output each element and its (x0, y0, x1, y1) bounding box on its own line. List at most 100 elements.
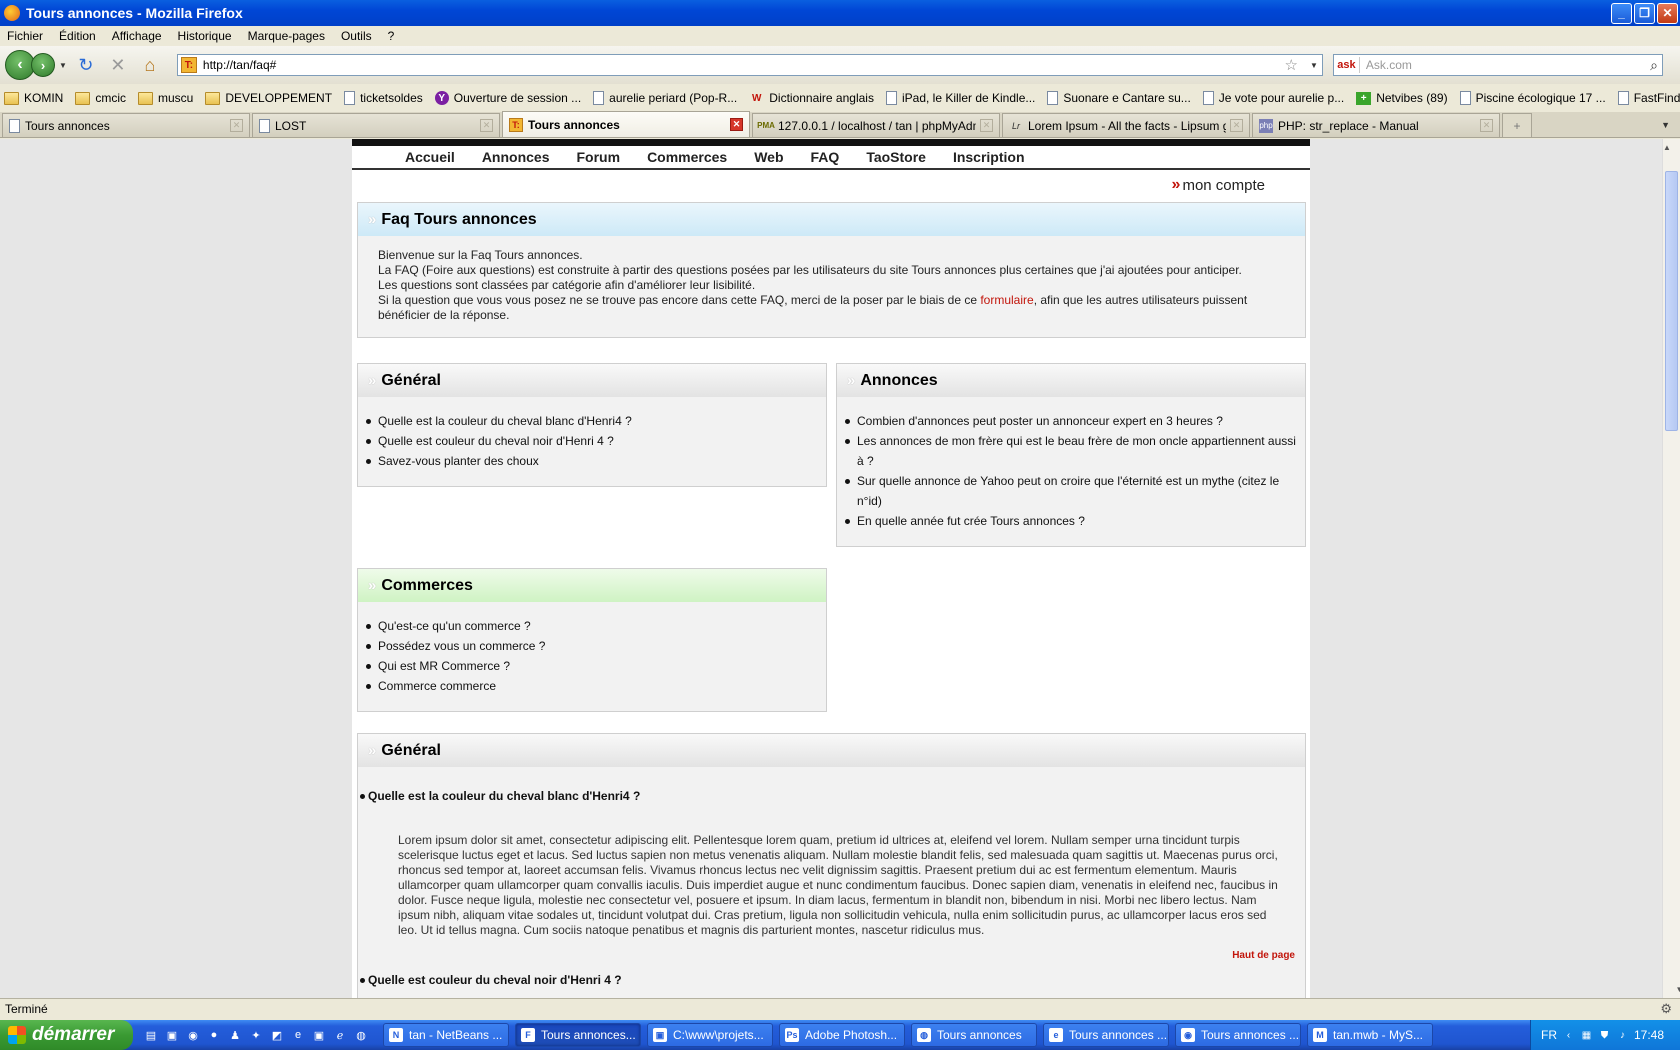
ask-engine-icon[interactable]: ask (1334, 57, 1360, 73)
nav-accueil[interactable]: Accueil (405, 149, 455, 165)
nav-inscription[interactable]: Inscription (953, 149, 1025, 165)
bookmark-piscine[interactable]: Piscine écologique 17 ... (1459, 91, 1606, 105)
explorer-icon[interactable]: ▤ (143, 1027, 159, 1043)
scroll-up-icon[interactable]: ▲ (1663, 139, 1671, 156)
bookmark-ipad[interactable]: iPad, le Killer de Kindle... (885, 91, 1035, 105)
bookmark-je-vote[interactable]: Je vote pour aurelie p... (1202, 91, 1344, 105)
folder-icon[interactable]: ▣ (164, 1027, 180, 1043)
question-link[interactable]: Quelle est couleur du cheval noir d'Henr… (366, 431, 818, 451)
question-link[interactable]: Les annonces de mon frère qui est le bea… (845, 431, 1297, 471)
language-indicator[interactable]: FR (1541, 1028, 1557, 1042)
tab-list-icon[interactable]: ▼ (1661, 113, 1670, 137)
close-tab-icon[interactable]: ✕ (1230, 119, 1243, 132)
close-tab-icon[interactable]: ✕ (730, 118, 743, 131)
close-tab-icon[interactable]: ✕ (980, 119, 993, 132)
firefox-icon[interactable]: ● (206, 1027, 222, 1043)
search-input[interactable]: Ask.com (1366, 58, 1412, 72)
question-link[interactable]: Combien d'annonces peut poster un annonc… (845, 411, 1297, 431)
menu-edition[interactable]: Édition (59, 29, 96, 43)
bookmark-ticketsoldes[interactable]: ticketsoldes (344, 91, 423, 105)
bookmark-netvibes[interactable]: + Netvibes (89) (1356, 91, 1448, 105)
tab-phpmyadmin[interactable]: PMA 127.0.0.1 / localhost / tan | phpMyAd… (752, 113, 1000, 137)
scrollbar-thumb[interactable] (1665, 171, 1678, 431)
question-link[interactable]: Savez-vous planter des choux (366, 451, 818, 471)
page-scrollbar[interactable]: ▲ ▼ (1662, 139, 1680, 998)
question-link[interactable]: Quelle est la couleur du cheval blanc d'… (366, 411, 818, 431)
forward-button[interactable]: › (31, 53, 55, 77)
nav-taostore[interactable]: TaoStore (866, 149, 926, 165)
bookmark-muscu[interactable]: muscu (138, 91, 193, 105)
tab-lost[interactable]: LOST ✕ (252, 113, 500, 137)
close-tab-icon[interactable]: ✕ (480, 119, 493, 132)
globe-icon[interactable]: ◍ (353, 1027, 369, 1043)
nav-commerces[interactable]: Commerces (647, 149, 727, 165)
nav-faq[interactable]: FAQ (811, 149, 840, 165)
shield-icon[interactable]: ⛊ (1598, 1029, 1611, 1042)
taskbar-task[interactable]: Mtan.mwb - MyS... (1307, 1023, 1433, 1047)
close-button[interactable]: ✕ (1657, 2, 1678, 24)
menu-affichage[interactable]: Affichage (112, 29, 162, 43)
menu-marque-pages[interactable]: Marque-pages (248, 29, 325, 43)
app-icon[interactable]: ◩ (269, 1027, 285, 1043)
nav-forum[interactable]: Forum (577, 149, 621, 165)
messenger-icon[interactable]: ♟ (227, 1027, 243, 1043)
start-button[interactable]: démarrer (0, 1020, 133, 1050)
minimize-button[interactable]: _ (1611, 2, 1632, 24)
bookmark-dictionnaire[interactable]: W Dictionnaire anglais (749, 91, 874, 105)
new-tab-button[interactable]: + (1502, 113, 1532, 137)
close-tab-icon[interactable]: ✕ (230, 119, 243, 132)
menu-help[interactable]: ? (388, 29, 395, 43)
history-dropdown-icon[interactable]: ▼ (59, 61, 67, 70)
taskbar-task[interactable]: Ntan - NetBeans ... (383, 1023, 509, 1047)
tool-icon[interactable]: ✦ (248, 1027, 264, 1043)
account-link[interactable]: » mon compte (352, 170, 1310, 200)
nav-web[interactable]: Web (754, 149, 783, 165)
taskbar-task[interactable]: e Tours annonces ... (1043, 1023, 1169, 1047)
question-link[interactable]: Possédez vous un commerce ? (366, 636, 818, 656)
stop-icon[interactable]: ✕ (105, 52, 131, 78)
url-text[interactable]: http://tan/faq# (203, 58, 276, 72)
bookmark-cmcic[interactable]: cmcic (75, 91, 126, 105)
taskbar-task[interactable]: ◍ Tours annonces (911, 1023, 1037, 1047)
taskbar-task[interactable]: ▣ C:\www\projets... (647, 1023, 773, 1047)
taskbar-task[interactable]: Ps Adobe Photosh... (779, 1023, 905, 1047)
bookmark-aurelie-periard[interactable]: aurelie periard (Pop-R... (593, 91, 737, 105)
taskbar-task[interactable]: ◉ Tours annonces ... (1175, 1023, 1301, 1047)
bookmark-komin[interactable]: KOMIN (4, 91, 63, 105)
bookmark-fastfind[interactable]: FastFind Menu (1617, 91, 1680, 105)
question-link[interactable]: Sur quelle annonce de Yahoo peut on croi… (845, 471, 1297, 511)
addon-gear-icon[interactable]: ⚙ (1660, 1001, 1672, 1017)
question-link[interactable]: Qu'est-ce qu'un commerce ? (366, 616, 818, 636)
search-icon[interactable]: ⌕ (1650, 57, 1658, 74)
bookmark-ouverture-session[interactable]: Y Ouverture de session ... (434, 91, 581, 105)
ie-icon[interactable]: ℯ (332, 1027, 348, 1043)
scroll-down-icon[interactable]: ▼ (1671, 981, 1680, 998)
question-link[interactable]: En quelle année fut crée Tours annonces … (845, 511, 1297, 531)
formulaire-link[interactable]: formulaire (980, 293, 1033, 307)
tab-php-manual[interactable]: php PHP: str_replace - Manual ✕ (1252, 113, 1500, 137)
taskbar-task[interactable]: F Tours annonces... (515, 1023, 641, 1047)
question-link[interactable]: Commerce commerce (366, 676, 818, 696)
menu-fichier[interactable]: Fichier (7, 29, 43, 43)
tab-tours-annonces-active[interactable]: T: Tours annonces ✕ (502, 111, 750, 137)
close-tab-icon[interactable]: ✕ (1480, 119, 1493, 132)
ie-icon[interactable]: e (290, 1027, 306, 1043)
network-icon[interactable]: ▦ (1580, 1029, 1593, 1042)
home-icon[interactable]: ⌂ (137, 52, 163, 78)
url-bar[interactable]: T: http://tan/faq# ☆ ▼ (176, 54, 1323, 76)
bookmark-star-icon[interactable]: ☆ (1285, 56, 1298, 74)
nav-annonces[interactable]: Annonces (482, 149, 550, 165)
question-link[interactable]: Qui est MR Commerce ? (366, 656, 818, 676)
bookmark-suonare[interactable]: Suonare e Cantare su... (1047, 91, 1191, 105)
bookmark-developpement[interactable]: DEVELOPPEMENT (205, 91, 332, 105)
reload-icon[interactable]: ↻ (73, 52, 99, 78)
chrome-icon[interactable]: ◉ (185, 1027, 201, 1043)
menu-historique[interactable]: Historique (178, 29, 232, 43)
volume-icon[interactable]: ♪ (1616, 1029, 1629, 1042)
search-bar[interactable]: ask Ask.com ⌕ (1332, 54, 1663, 76)
back-to-top-link[interactable]: Haut de page (358, 950, 1305, 961)
tab-lorem-ipsum[interactable]: Lr Lorem Ipsum - All the facts - Lipsum g… (1002, 113, 1250, 137)
tab-tours-annonces-1[interactable]: Tours annonces ✕ (2, 113, 250, 137)
restore-button[interactable]: ❐ (1634, 2, 1655, 24)
url-dropdown-icon[interactable]: ▼ (1310, 61, 1318, 70)
